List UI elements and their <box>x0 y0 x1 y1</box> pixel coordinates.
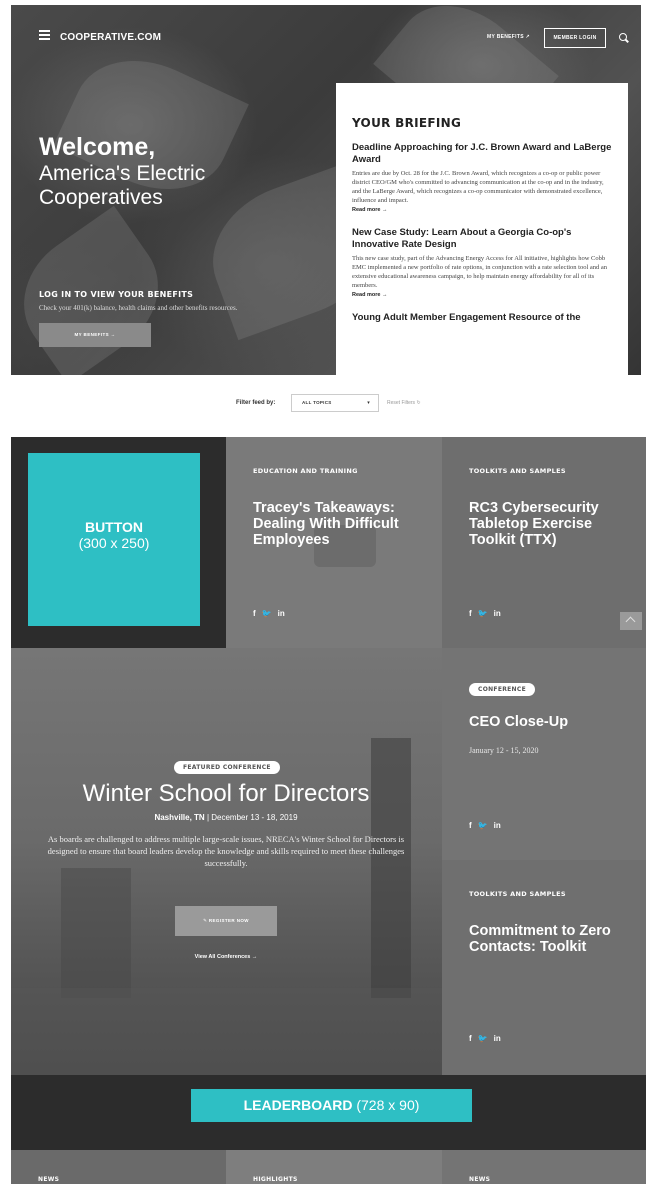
tile-title[interactable]: Tracey's Takeaways: Dealing With Difficu… <box>253 500 423 548</box>
briefing-body: Entries are due by Oct. 28 for the J.C. … <box>352 170 604 204</box>
linkedin-icon[interactable]: in <box>278 609 285 618</box>
tile-category: TOOLKITS AND SAMPLES <box>469 890 566 898</box>
reset-filters-link[interactable]: Reset Filters ↻ <box>387 400 421 406</box>
filter-label: Filter feed by: <box>236 400 276 406</box>
twitter-icon[interactable]: 🐦 <box>478 609 488 618</box>
button-ad-placeholder[interactable]: BUTTON (300 x 250) <box>28 453 200 626</box>
menu-icon[interactable] <box>39 30 50 40</box>
tile-title[interactable]: Commitment to Zero Contacts: Toolkit <box>469 923 629 955</box>
ad-size: (728 x 90) <box>356 1097 420 1113</box>
member-login-button[interactable]: MEMBER LOGIN <box>544 28 606 48</box>
tile-category: NEWS <box>469 1176 491 1183</box>
ad-label: LEADERBOARD <box>243 1097 353 1113</box>
facebook-icon[interactable]: f <box>253 609 256 618</box>
topic-filter-select[interactable]: ALL TOPICS ▾ <box>291 394 379 412</box>
feed-tile[interactable]: CONFERENCE CEO Close-Up January 12 - 15,… <box>442 648 646 860</box>
hero-section: COOPERATIVE.COM MY BENEFITS ↗ MEMBER LOG… <box>11 5 641 375</box>
login-benefits-title: LOG IN TO VIEW YOUR BENEFITS <box>39 290 194 299</box>
twitter-icon[interactable]: 🐦 <box>478 1034 488 1043</box>
briefing-body: This new case study, part of the Advanci… <box>352 255 608 289</box>
social-share: f 🐦 in <box>469 609 507 618</box>
tile-category: TOOLKITS AND SAMPLES <box>469 467 566 475</box>
my-benefits-link[interactable]: MY BENEFITS ↗ <box>487 34 530 40</box>
tile-category: HIGHLIGHTS <box>253 1176 298 1183</box>
social-share: f 🐦 in <box>469 821 507 830</box>
leaderboard-ad-placeholder[interactable]: LEADERBOARD (728 x 90) <box>191 1089 472 1122</box>
site-logo[interactable]: COOPERATIVE.COM <box>60 32 161 43</box>
welcome-subheading: America's Electric Cooperatives <box>39 162 206 209</box>
featured-dates: December 13 - 18, 2019 <box>211 813 298 822</box>
tile-title[interactable]: CEO Close-Up <box>469 714 629 730</box>
river-reflection <box>11 988 442 1075</box>
chevron-down-icon: ▾ <box>367 400 370 406</box>
conference-badge-label: CONFERENCE <box>469 683 535 696</box>
briefing-headline[interactable]: Deadline Approaching for J.C. Brown Awar… <box>352 142 612 166</box>
social-share: f 🐦 in <box>253 609 291 618</box>
briefing-panel: YOUR BRIEFING Deadline Approaching for J… <box>336 83 628 375</box>
tile-category: NEWS <box>38 1176 60 1183</box>
search-icon[interactable] <box>619 33 627 41</box>
featured-description: As boards are challenged to address mult… <box>47 834 405 868</box>
linkedin-icon[interactable]: in <box>494 609 501 618</box>
feed-tile[interactable]: TOOLKITS AND SAMPLES Commitment to Zero … <box>442 860 646 1075</box>
linkedin-icon[interactable]: in <box>494 821 501 830</box>
scroll-to-top-button[interactable] <box>620 612 642 630</box>
facebook-icon[interactable]: f <box>469 1034 472 1043</box>
welcome-heading: Welcome, <box>39 133 156 161</box>
tile-title[interactable]: RC3 Cybersecurity Tabletop Exercise Tool… <box>469 500 629 548</box>
topic-filter-value: ALL TOPICS <box>302 400 332 405</box>
skyline-building <box>61 868 131 998</box>
briefing-title: YOUR BRIEFING <box>352 116 462 130</box>
conference-badge: CONFERENCE <box>469 678 535 696</box>
twitter-icon[interactable]: 🐦 <box>478 821 488 830</box>
facebook-icon[interactable]: f <box>469 821 472 830</box>
my-benefits-button[interactable]: MY BENEFITS → <box>39 323 151 347</box>
featured-city: Nashville, TN <box>154 813 205 822</box>
view-all-conferences-link[interactable]: View All Conferences → <box>11 954 441 960</box>
linkedin-icon[interactable]: in <box>494 1034 501 1043</box>
ad-size: (300 x 250) <box>78 535 150 551</box>
feed-tile[interactable]: EDUCATION AND TRAINING Tracey's Takeaway… <box>226 437 442 648</box>
site-header: COOPERATIVE.COM MY BENEFITS ↗ MEMBER LOG… <box>11 5 641 65</box>
feed-tile[interactable]: TOOLKITS AND SAMPLES RC3 Cybersecurity T… <box>442 437 646 648</box>
register-now-button[interactable]: ✎ REGISTER NOW <box>175 906 277 936</box>
briefing-headline[interactable]: New Case Study: Learn About a Georgia Co… <box>352 227 612 251</box>
featured-location: Nashville, TN | December 13 - 18, 2019 <box>11 813 441 822</box>
social-share: f 🐦 in <box>469 1034 507 1043</box>
twitter-icon[interactable]: 🐦 <box>262 609 272 618</box>
featured-conference-badge: FEATURED CONFERENCE <box>174 761 280 774</box>
login-benefits-description: Check your 401(k) balance, health claims… <box>39 304 238 312</box>
ad-label: BUTTON <box>84 519 144 535</box>
read-more-link[interactable]: Read more → <box>352 292 612 298</box>
read-more-link[interactable]: Read more → <box>352 207 612 213</box>
facebook-icon[interactable]: f <box>469 609 472 618</box>
briefing-headline[interactable]: Young Adult Member Engagement Resource o… <box>352 312 612 324</box>
tile-category: EDUCATION AND TRAINING <box>253 467 358 475</box>
featured-title[interactable]: Winter School for Directors <box>11 780 441 808</box>
tile-date: January 12 - 15, 2020 <box>469 746 539 755</box>
